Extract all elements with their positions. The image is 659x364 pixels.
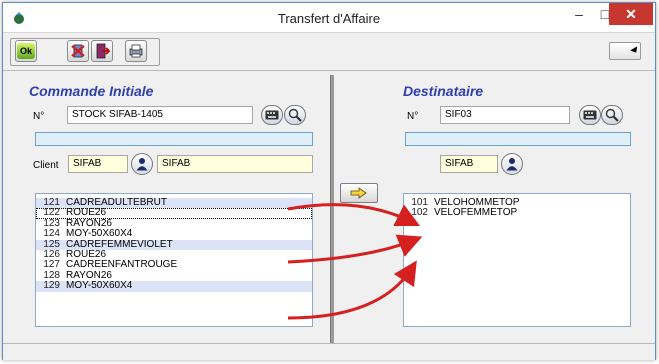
magnifier-icon <box>288 108 302 122</box>
item-number: 102 <box>411 207 428 219</box>
item-name: MOY-50X60X4 <box>66 280 133 292</box>
toolbar: Ok <box>3 34 655 70</box>
left-section-title: Commande Initiale <box>29 83 154 99</box>
left-number-label: N° <box>33 111 45 122</box>
item-name: VELOFEMMETOP <box>434 207 518 219</box>
close-button[interactable]: ✕ <box>609 3 653 25</box>
right-keyboard-button[interactable] <box>579 105 601 125</box>
dropdown-icon[interactable] <box>609 42 641 60</box>
left-info-bar <box>35 132 313 146</box>
left-client-name-field[interactable]: SIFAB <box>157 155 313 173</box>
status-bar <box>3 343 655 360</box>
arrow-right-icon <box>350 187 367 199</box>
delete-button[interactable] <box>67 40 89 62</box>
print-button[interactable] <box>125 40 147 62</box>
keyboard-icon <box>583 110 597 120</box>
right-number-label: N° <box>407 111 419 122</box>
left-keyboard-button[interactable] <box>261 105 283 125</box>
keyboard-icon <box>265 110 279 120</box>
transfer-window: Transfert d'Affaire – □ ✕ Ok Commande In… <box>2 2 656 360</box>
right-info-bar <box>405 132 631 146</box>
left-item-list[interactable]: 121 CADREADULTEBRUT 122 ROUE26 123 RAYON26 124… <box>35 193 313 327</box>
delete-icon <box>71 44 85 58</box>
user-icon <box>506 158 518 171</box>
transfer-button[interactable] <box>340 183 378 203</box>
main-panel: Commande Initiale N° STOCK SIFAB-1405 Cl… <box>3 70 655 343</box>
window-title: Transfert d'Affaire <box>277 11 381 26</box>
minimize-button[interactable]: – <box>566 3 592 25</box>
user-icon <box>136 158 148 171</box>
exit-icon <box>96 43 110 59</box>
ok-button[interactable]: Ok <box>15 40 37 62</box>
left-client-label: Client <box>33 160 59 171</box>
exit-button[interactable] <box>91 40 113 62</box>
right-item-list[interactable]: 101 VELOHOMMETOP 102 VELOFEMMETOP <box>403 193 631 327</box>
right-search-button[interactable] <box>601 105 623 125</box>
left-list-item[interactable]: 124 MOY-50X60X4 <box>36 228 312 239</box>
left-list-item[interactable]: 129 MOY-50X60X4 <box>36 280 312 292</box>
ok-label: Ok <box>19 46 32 56</box>
panel-divider <box>330 75 334 343</box>
right-client-button[interactable] <box>501 153 523 175</box>
item-number: 129 <box>43 280 60 292</box>
left-number-field[interactable]: STOCK SIFAB-1405 <box>67 106 253 124</box>
title-bar: Transfert d'Affaire – □ ✕ <box>3 3 655 33</box>
left-search-button[interactable] <box>284 105 306 125</box>
left-client-code-field[interactable]: SIFAB <box>68 155 128 173</box>
right-section-title: Destinataire <box>403 83 484 99</box>
left-client-button[interactable] <box>131 153 153 175</box>
print-icon <box>129 44 143 58</box>
ok-icon: Ok <box>17 43 35 59</box>
right-list-item[interactable]: 102 VELOFEMMETOP <box>404 207 630 219</box>
right-number-field[interactable]: SIF03 <box>440 106 570 124</box>
magnifier-icon <box>605 108 619 122</box>
right-client-code-field[interactable]: SIFAB <box>440 155 498 173</box>
